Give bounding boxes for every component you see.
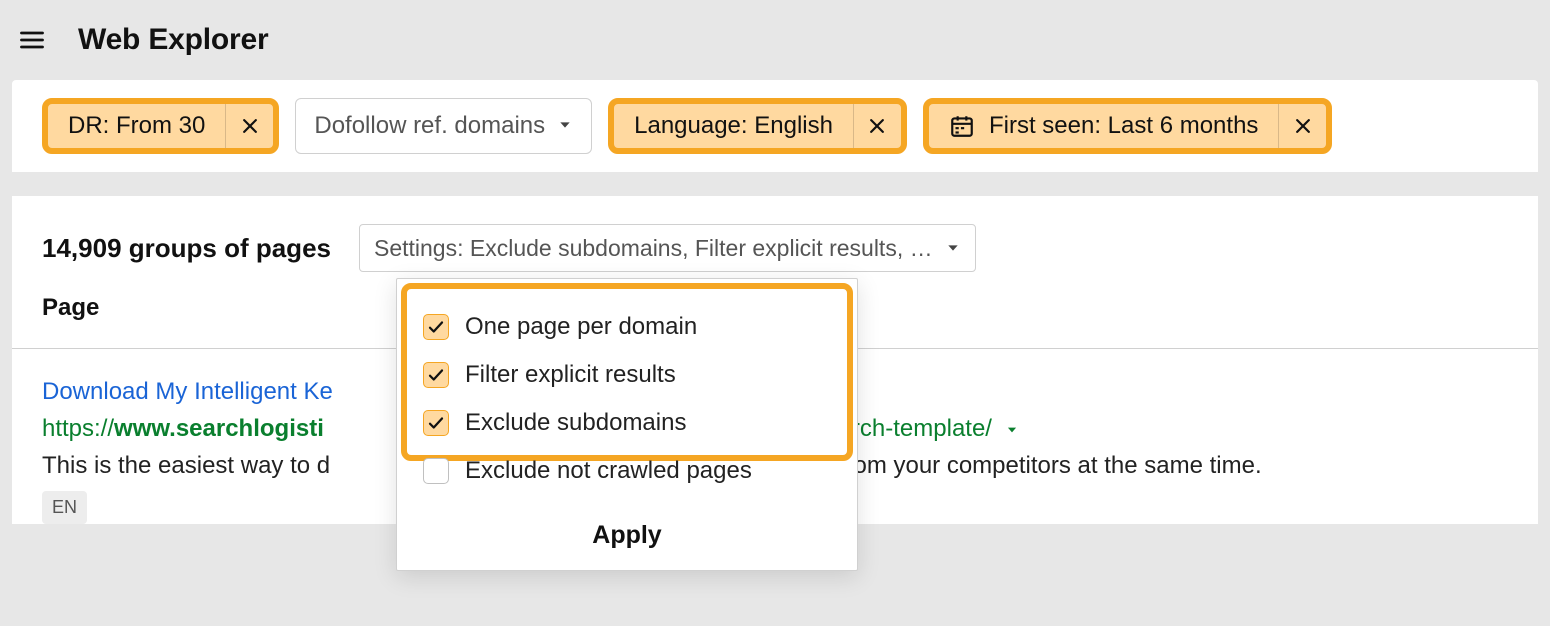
chevron-down-icon[interactable] bbox=[1005, 423, 1019, 437]
filter-language[interactable]: Language: English bbox=[608, 98, 907, 154]
settings-popover: One page per domain Filter explicit resu… bbox=[396, 278, 858, 571]
app-header: Web Explorer bbox=[0, 0, 1550, 80]
calendar-icon bbox=[949, 113, 975, 139]
language-badge: EN bbox=[42, 491, 87, 525]
filter-first-seen-remove[interactable] bbox=[1278, 104, 1326, 148]
chevron-down-icon bbox=[945, 235, 961, 262]
settings-dropdown[interactable]: Settings: Exclude subdomains, Filter exp… bbox=[359, 224, 976, 272]
chevron-down-icon bbox=[557, 112, 573, 140]
filter-bar: DR: From 30 Dofollow ref. domains Langua… bbox=[12, 80, 1538, 172]
filter-language-label: Language: English bbox=[634, 112, 833, 140]
option-exclude-subdomains[interactable]: Exclude subdomains bbox=[423, 399, 831, 447]
filter-first-seen-label: First seen: Last 6 months bbox=[989, 112, 1258, 140]
apply-button[interactable]: Apply bbox=[397, 503, 857, 570]
filter-first-seen[interactable]: First seen: Last 6 months bbox=[923, 98, 1332, 154]
filter-language-remove[interactable] bbox=[853, 104, 901, 148]
result-url-domain: www.searchlogisti bbox=[114, 415, 324, 442]
filter-dofollow-label: Dofollow ref. domains bbox=[314, 112, 545, 140]
filter-dr-remove[interactable] bbox=[225, 104, 273, 148]
option-label: Exclude subdomains bbox=[465, 409, 686, 437]
option-exclude-not-crawled[interactable]: Exclude not crawled pages bbox=[423, 447, 831, 495]
checkbox-icon[interactable] bbox=[423, 458, 449, 484]
option-label: Exclude not crawled pages bbox=[465, 457, 752, 485]
result-url-prefix: https:// bbox=[42, 415, 114, 442]
option-filter-explicit[interactable]: Filter explicit results bbox=[423, 351, 831, 399]
settings-option-list: One page per domain Filter explicit resu… bbox=[397, 279, 857, 503]
results-panel: 14,909 groups of pages Settings: Exclude… bbox=[12, 196, 1538, 524]
results-count: 14,909 groups of pages bbox=[42, 233, 331, 264]
checkbox-icon[interactable] bbox=[423, 410, 449, 436]
option-label: One page per domain bbox=[465, 313, 697, 341]
filter-dofollow[interactable]: Dofollow ref. domains bbox=[295, 98, 592, 154]
filter-dr[interactable]: DR: From 30 bbox=[42, 98, 279, 154]
option-one-page-per-domain[interactable]: One page per domain bbox=[423, 303, 831, 351]
result-title-link[interactable]: Download My Intelligent Ke bbox=[42, 378, 333, 405]
menu-icon[interactable] bbox=[14, 22, 50, 58]
option-label: Filter explicit results bbox=[465, 361, 676, 389]
page-title: Web Explorer bbox=[78, 23, 268, 57]
checkbox-icon[interactable] bbox=[423, 314, 449, 340]
checkbox-icon[interactable] bbox=[423, 362, 449, 388]
filter-dr-label: DR: From 30 bbox=[68, 112, 205, 140]
settings-dropdown-label: Settings: Exclude subdomains, Filter exp… bbox=[374, 235, 933, 262]
